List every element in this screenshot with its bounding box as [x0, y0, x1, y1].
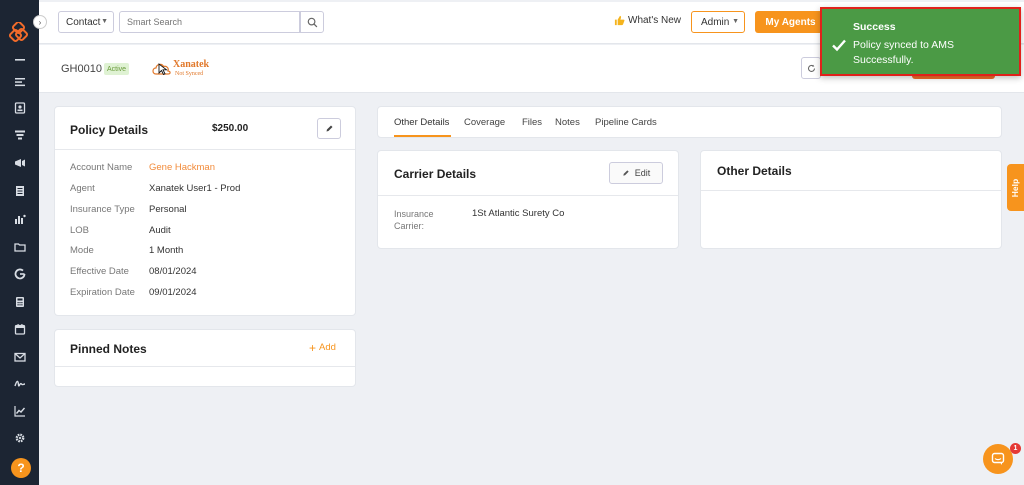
- field-label: Effective Date: [70, 266, 129, 277]
- field-value: 1 Month: [149, 245, 184, 256]
- policy-premium: $250.00: [212, 123, 249, 134]
- policy-details-card: Policy Details $250.00 Account Name Gene…: [54, 106, 356, 316]
- field-label: Agent: [70, 183, 95, 194]
- field-value: Audit: [149, 225, 171, 236]
- status-badge: Active: [104, 63, 130, 75]
- field-value: 09/01/2024: [149, 287, 197, 298]
- field-label: Expiration Date: [70, 287, 135, 298]
- line-chart-icon[interactable]: [12, 404, 28, 418]
- tab-coverage[interactable]: Coverage: [464, 117, 505, 128]
- megaphone-icon[interactable]: [12, 156, 28, 170]
- add-note-label: Add: [319, 342, 336, 353]
- pencil-icon: [623, 170, 629, 176]
- chevron-down-icon: ▼: [732, 18, 739, 25]
- carrier-sync-status: Not Synced: [175, 71, 204, 77]
- sidebar-expand-chevron-icon[interactable]: ›: [33, 15, 47, 29]
- chat-icon: [991, 452, 1005, 465]
- edit-carrier-button[interactable]: Edit: [609, 162, 663, 184]
- tab-other-details[interactable]: Other Details: [394, 117, 449, 128]
- sidebar: ?: [0, 0, 39, 485]
- help-tab-label: Help: [1010, 178, 1021, 197]
- chevron-down-icon: ▼: [101, 18, 108, 25]
- search-icon: [307, 17, 317, 27]
- add-note-button[interactable]: + Add: [309, 340, 336, 355]
- contact-type-dropdown[interactable]: Contact ▼: [58, 11, 114, 33]
- calendar-icon[interactable]: [12, 322, 28, 336]
- gear-icon[interactable]: [12, 431, 28, 445]
- help-circle-icon[interactable]: ?: [11, 458, 31, 478]
- insurance-carrier-label: Insurance Carrier:: [394, 209, 434, 231]
- carrier-logo[interactable]: Xanatek Not Synced: [151, 57, 211, 83]
- toast-title: Success: [853, 21, 896, 33]
- field-value: Xanatek User1 - Prod: [149, 183, 241, 194]
- contact-card-icon[interactable]: [12, 101, 28, 115]
- bar-chart-icon[interactable]: [12, 212, 28, 226]
- pinned-notes-title: Pinned Notes: [70, 342, 147, 356]
- other-details-card: Other Details: [700, 150, 1002, 249]
- carrier-details-title: Carrier Details: [394, 167, 477, 181]
- whats-new-link[interactable]: What's New: [614, 15, 681, 26]
- tab-files[interactable]: Files: [522, 117, 542, 128]
- admin-label: Admin: [701, 16, 730, 28]
- field-value: 08/01/2024: [149, 266, 197, 277]
- folder-icon[interactable]: [12, 240, 28, 254]
- field-label: Account Name: [70, 162, 133, 173]
- field-label: LOB: [70, 225, 90, 236]
- edit-policy-button[interactable]: [317, 118, 341, 139]
- search-button[interactable]: [300, 11, 324, 33]
- minus-icon[interactable]: [12, 53, 28, 67]
- admin-dropdown[interactable]: Admin ▼: [691, 11, 745, 33]
- edit-label: Edit: [634, 168, 651, 178]
- help-side-tab[interactable]: Help: [1007, 164, 1024, 211]
- mail-icon[interactable]: [12, 350, 28, 364]
- insurance-carrier-value: 1St Atlantic Surety Co: [472, 208, 565, 219]
- divider: [55, 149, 355, 150]
- divider: [55, 366, 355, 367]
- other-details-title: Other Details: [717, 164, 792, 178]
- list-icon[interactable]: [12, 75, 28, 89]
- thumbs-up-icon: [614, 15, 625, 26]
- my-agents-button[interactable]: My Agents: [755, 11, 826, 33]
- whats-new-label: What's New: [628, 15, 682, 26]
- calculator-icon[interactable]: [12, 295, 28, 309]
- chat-button[interactable]: [983, 444, 1013, 474]
- field-label: Mode: [70, 245, 94, 256]
- carrier-logo-name: Xanatek: [173, 59, 210, 70]
- plus-icon: +: [309, 340, 317, 355]
- refresh-icon: [807, 64, 815, 72]
- policy-details-title: Policy Details: [70, 123, 149, 137]
- contact-type-label: Contact: [66, 16, 101, 28]
- tab-notes[interactable]: Notes: [555, 117, 580, 128]
- chat-notification-badge: 1: [1010, 443, 1021, 454]
- divider: [378, 195, 678, 196]
- google-icon[interactable]: [12, 267, 28, 281]
- app-logo-icon[interactable]: [8, 20, 31, 44]
- signature-icon[interactable]: [12, 377, 28, 391]
- pencil-icon: [326, 125, 332, 132]
- tab-pipeline-cards[interactable]: Pipeline Cards: [595, 117, 657, 128]
- divider: [701, 190, 1001, 191]
- smart-search-input[interactable]: [119, 11, 300, 33]
- funnel-icon[interactable]: [12, 128, 28, 142]
- policy-tabs: Other Details Coverage Files Notes Pipel…: [377, 106, 1002, 138]
- checkmark-icon: [832, 39, 846, 52]
- pinned-notes-card: Pinned Notes + Add: [54, 329, 356, 387]
- cursor-icon: [158, 63, 168, 75]
- field-value: Personal: [149, 204, 187, 215]
- account-name-link[interactable]: Gene Hackman: [149, 162, 215, 173]
- carrier-details-card: Carrier Details Edit Insurance Carrier: …: [377, 150, 679, 249]
- document-icon[interactable]: [12, 184, 28, 198]
- success-toast[interactable]: Success Policy synced to AMS Successfull…: [820, 7, 1021, 76]
- policy-id: GH0010: [61, 63, 102, 75]
- field-label: Insurance Type: [70, 204, 135, 215]
- toast-message: Policy synced to AMS Successfully.: [853, 39, 954, 66]
- sync-button[interactable]: [801, 57, 821, 79]
- active-tab-indicator: [394, 135, 451, 137]
